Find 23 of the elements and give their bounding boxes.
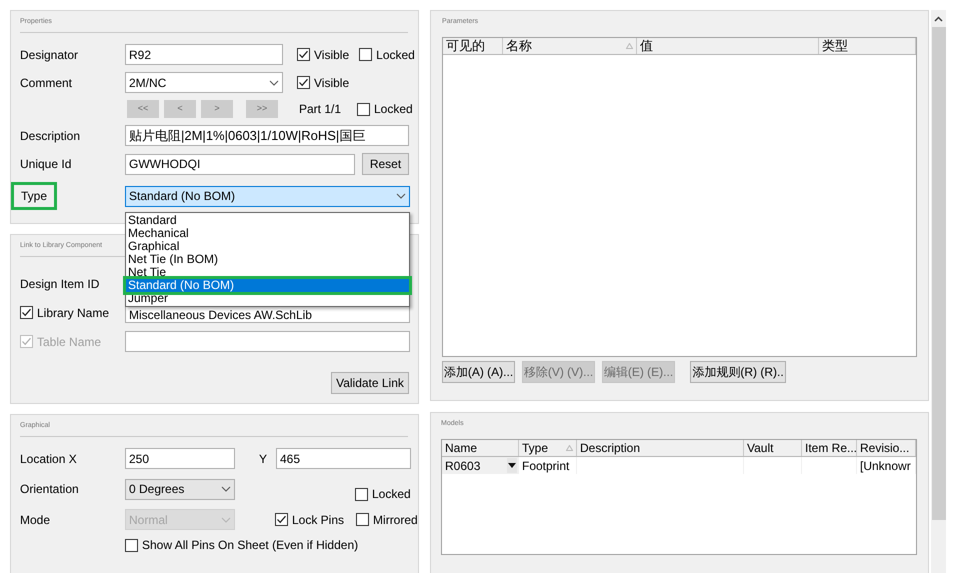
field-label: Mode: [20, 512, 52, 528]
field-label: Orientation: [20, 481, 80, 498]
table-cell: R0603: [442, 457, 519, 474]
table-cell: [Unknowr: [857, 457, 916, 474]
checkbox-label: Table Name: [37, 334, 102, 350]
checkbox-label: Locked: [372, 486, 411, 503]
field-label: Design Item ID: [20, 276, 100, 292]
checkbox-label: Visible: [314, 74, 350, 92]
field-label: Unique Id: [20, 156, 72, 173]
checkbox-label: Lock Pins: [292, 512, 344, 528]
checkbox-label: Visible: [314, 46, 350, 64]
checkbox-label: Locked: [376, 46, 415, 64]
checkbox-label: Locked: [374, 101, 413, 118]
field-label: Location X: [20, 450, 78, 468]
field-label: Y: [259, 450, 268, 468]
field-label: Comment: [20, 74, 74, 92]
part-label: Part 1/1: [299, 101, 342, 118]
table-cell: Footprint: [519, 457, 577, 474]
field-label: Type: [11, 182, 58, 210]
checkbox-label: Library Name: [37, 304, 110, 322]
field-label: Description: [20, 128, 82, 144]
checkbox-label: Mirrored: [373, 512, 418, 528]
field-label: Designator: [20, 46, 80, 64]
